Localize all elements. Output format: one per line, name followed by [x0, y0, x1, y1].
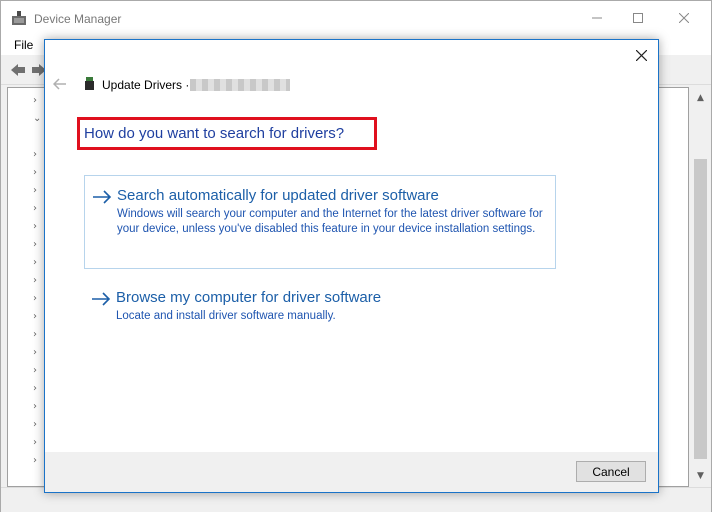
arrow-right-icon — [93, 190, 112, 204]
option-description: Windows will search your computer and th… — [117, 208, 543, 235]
back-button[interactable] — [51, 75, 69, 93]
option-description: Locate and install driver software manua… — [116, 310, 336, 322]
update-drivers-dialog: Update Drivers · How do you want to sear… — [44, 39, 659, 493]
chevron-right-icon[interactable]: › — [33, 204, 43, 214]
dialog-heading: Update Drivers · — [102, 78, 190, 92]
search-automatically-option[interactable]: Search automatically for updated driver … — [84, 175, 556, 269]
scroll-up-icon[interactable]: ▲ — [695, 93, 706, 103]
maximize-icon — [633, 13, 643, 23]
chevron-right-icon[interactable]: › — [33, 186, 43, 196]
chevron-right-icon[interactable]: › — [33, 312, 43, 322]
menu-file[interactable]: File — [14, 38, 33, 52]
chevron-right-icon[interactable]: › — [33, 150, 43, 160]
vertical-scrollbar[interactable]: ▲ ▼ — [692, 87, 709, 485]
chevron-right-icon[interactable]: › — [33, 420, 43, 430]
chevron-right-icon[interactable]: › — [33, 384, 43, 394]
chevron-right-icon[interactable]: › — [33, 276, 43, 286]
chevron-right-icon[interactable]: › — [33, 222, 43, 232]
scrollbar-thumb[interactable] — [694, 159, 707, 459]
minimize-icon — [592, 17, 602, 19]
scroll-down-icon[interactable]: ▼ — [695, 471, 706, 481]
device-manager-icon — [12, 11, 26, 25]
chevron-right-icon[interactable]: › — [33, 348, 43, 358]
chevron-down-icon[interactable]: ⌄ — [33, 114, 43, 124]
close-icon — [635, 49, 647, 61]
chevron-right-icon[interactable]: › — [33, 294, 43, 304]
title-bar: Device Manager — [1, 1, 711, 35]
chevron-right-icon[interactable]: › — [33, 96, 43, 106]
chevron-right-icon[interactable]: › — [33, 366, 43, 376]
chevron-right-icon[interactable]: › — [33, 438, 43, 448]
chevron-right-icon[interactable]: › — [33, 168, 43, 178]
window-title: Device Manager — [34, 12, 122, 26]
minimize-button[interactable] — [574, 1, 620, 35]
dialog-question: How do you want to search for drivers? — [84, 125, 345, 142]
arrow-right-icon — [92, 292, 111, 306]
arrow-left-icon — [53, 78, 66, 90]
cancel-button[interactable]: Cancel — [576, 461, 646, 482]
option-title: Browse my computer for driver software — [116, 289, 382, 306]
dialog-footer: Cancel — [45, 452, 658, 492]
maximize-button[interactable] — [615, 1, 661, 35]
chevron-right-icon[interactable]: › — [33, 240, 43, 250]
chevron-right-icon[interactable]: › — [33, 258, 43, 268]
redacted-device-name — [190, 79, 290, 91]
chevron-right-icon[interactable]: › — [33, 402, 43, 412]
option-title: Search automatically for updated driver … — [117, 187, 439, 204]
chevron-right-icon[interactable]: › — [33, 456, 43, 466]
device-icon — [85, 77, 94, 90]
close-icon — [679, 13, 689, 23]
browse-computer-option[interactable]: Browse my computer for driver software L… — [84, 280, 556, 326]
chevron-right-icon[interactable]: › — [33, 330, 43, 340]
back-icon[interactable] — [9, 61, 27, 79]
dialog-close-button[interactable] — [630, 44, 652, 66]
window-close-button[interactable] — [661, 1, 707, 35]
